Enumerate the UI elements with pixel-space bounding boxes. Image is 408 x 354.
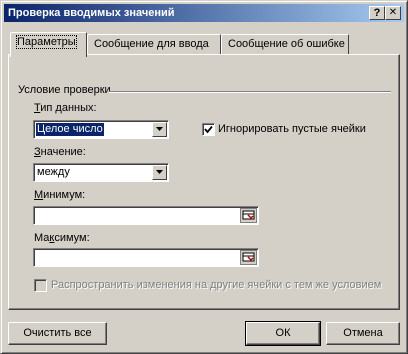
operator-dropdown-button[interactable]	[152, 165, 167, 180]
check-icon	[204, 125, 213, 134]
cancel-button[interactable]: Отмена	[326, 322, 400, 345]
tab-input-message[interactable]: Сообщение для ввода	[87, 34, 221, 54]
chevron-down-icon	[156, 127, 163, 131]
close-button[interactable]: ✕	[385, 6, 401, 20]
validation-criteria-label: Условие проверки	[18, 84, 111, 96]
window-title: Проверка вводимых значений	[8, 7, 175, 19]
ignore-blank-label[interactable]: Игнорировать пустые ячейки	[218, 123, 366, 135]
minimum-label: Минимум:	[34, 189, 86, 201]
operator-value: между	[37, 166, 70, 178]
apply-to-all-checkbox[interactable]	[34, 279, 47, 292]
ignore-blank-checkbox[interactable]	[202, 123, 215, 136]
data-type-value: Целое число	[36, 123, 104, 136]
data-type-select[interactable]: Целое число	[33, 120, 169, 139]
operator-select[interactable]: между	[33, 163, 169, 182]
data-type-dropdown-button[interactable]	[152, 122, 167, 137]
apply-to-all-label: Распространить изменения на другие ячейк…	[51, 279, 382, 291]
tab-parameters[interactable]: Параметры	[10, 32, 87, 57]
tab-error-alert-label: Сообщение об ошибке	[228, 38, 345, 50]
clear-all-button[interactable]: Очистить все	[8, 322, 107, 345]
operator-label: Значение:	[34, 146, 86, 158]
minimum-input[interactable]	[33, 206, 259, 225]
tab-input-message-label: Сообщение для ввода	[94, 38, 209, 50]
maximum-label: Максимум:	[34, 232, 90, 244]
dialog-window: Проверка вводимых значений ? ✕ Параметры…	[0, 0, 408, 354]
help-button[interactable]: ?	[369, 6, 385, 20]
tab-error-alert[interactable]: Сообщение об ошибке	[221, 34, 349, 54]
maximum-input[interactable]	[33, 248, 259, 267]
data-type-label: Тип данных:	[34, 102, 97, 114]
tab-parameters-label: Параметры	[16, 35, 77, 49]
title-bar[interactable]: Проверка вводимых значений ? ✕	[4, 4, 404, 22]
chevron-down-icon	[156, 170, 163, 174]
group-divider	[109, 91, 391, 93]
range-selector-icon[interactable]	[240, 250, 257, 265]
ok-button[interactable]: ОК	[245, 321, 321, 346]
range-selector-icon[interactable]	[240, 208, 257, 223]
